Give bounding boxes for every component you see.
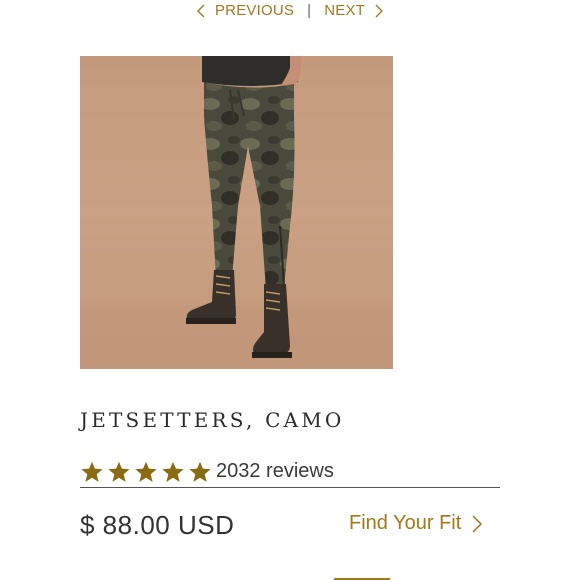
pager-separator: |: [307, 2, 312, 19]
chevron-left-icon: [195, 3, 207, 19]
rating-divider: [80, 487, 500, 488]
next-link[interactable]: NEXT: [324, 2, 385, 19]
star-icon: [134, 461, 158, 483]
reviews-count[interactable]: 2032 reviews: [216, 460, 334, 483]
product-rating[interactable]: 2032 reviews: [80, 460, 334, 483]
product-price: $ 88.00 USD: [80, 510, 235, 540]
product-pager: PREVIOUS | NEXT: [0, 2, 580, 19]
find-your-fit-label: Find Your Fit: [349, 512, 462, 534]
chevron-right-icon: [373, 3, 385, 19]
star-icon: [107, 461, 131, 483]
previous-link[interactable]: PREVIOUS: [195, 2, 294, 19]
product-image[interactable]: [80, 56, 393, 369]
star-icon: [80, 461, 104, 483]
find-your-fit-link[interactable]: Find Your Fit: [349, 512, 483, 535]
star-icon: [161, 461, 185, 483]
next-label: NEXT: [324, 2, 366, 19]
previous-label: PREVIOUS: [214, 2, 295, 19]
rating-stars: [80, 461, 212, 483]
chevron-right-icon: [461, 514, 483, 534]
product-title: JETSETTERS, CAMO: [80, 408, 345, 432]
star-icon: [188, 461, 212, 483]
product-page: PREVIOUS | NEXT JETSETTERS, CAMO 2032 re…: [0, 0, 580, 580]
truncated-text-line: [80, 571, 500, 580]
